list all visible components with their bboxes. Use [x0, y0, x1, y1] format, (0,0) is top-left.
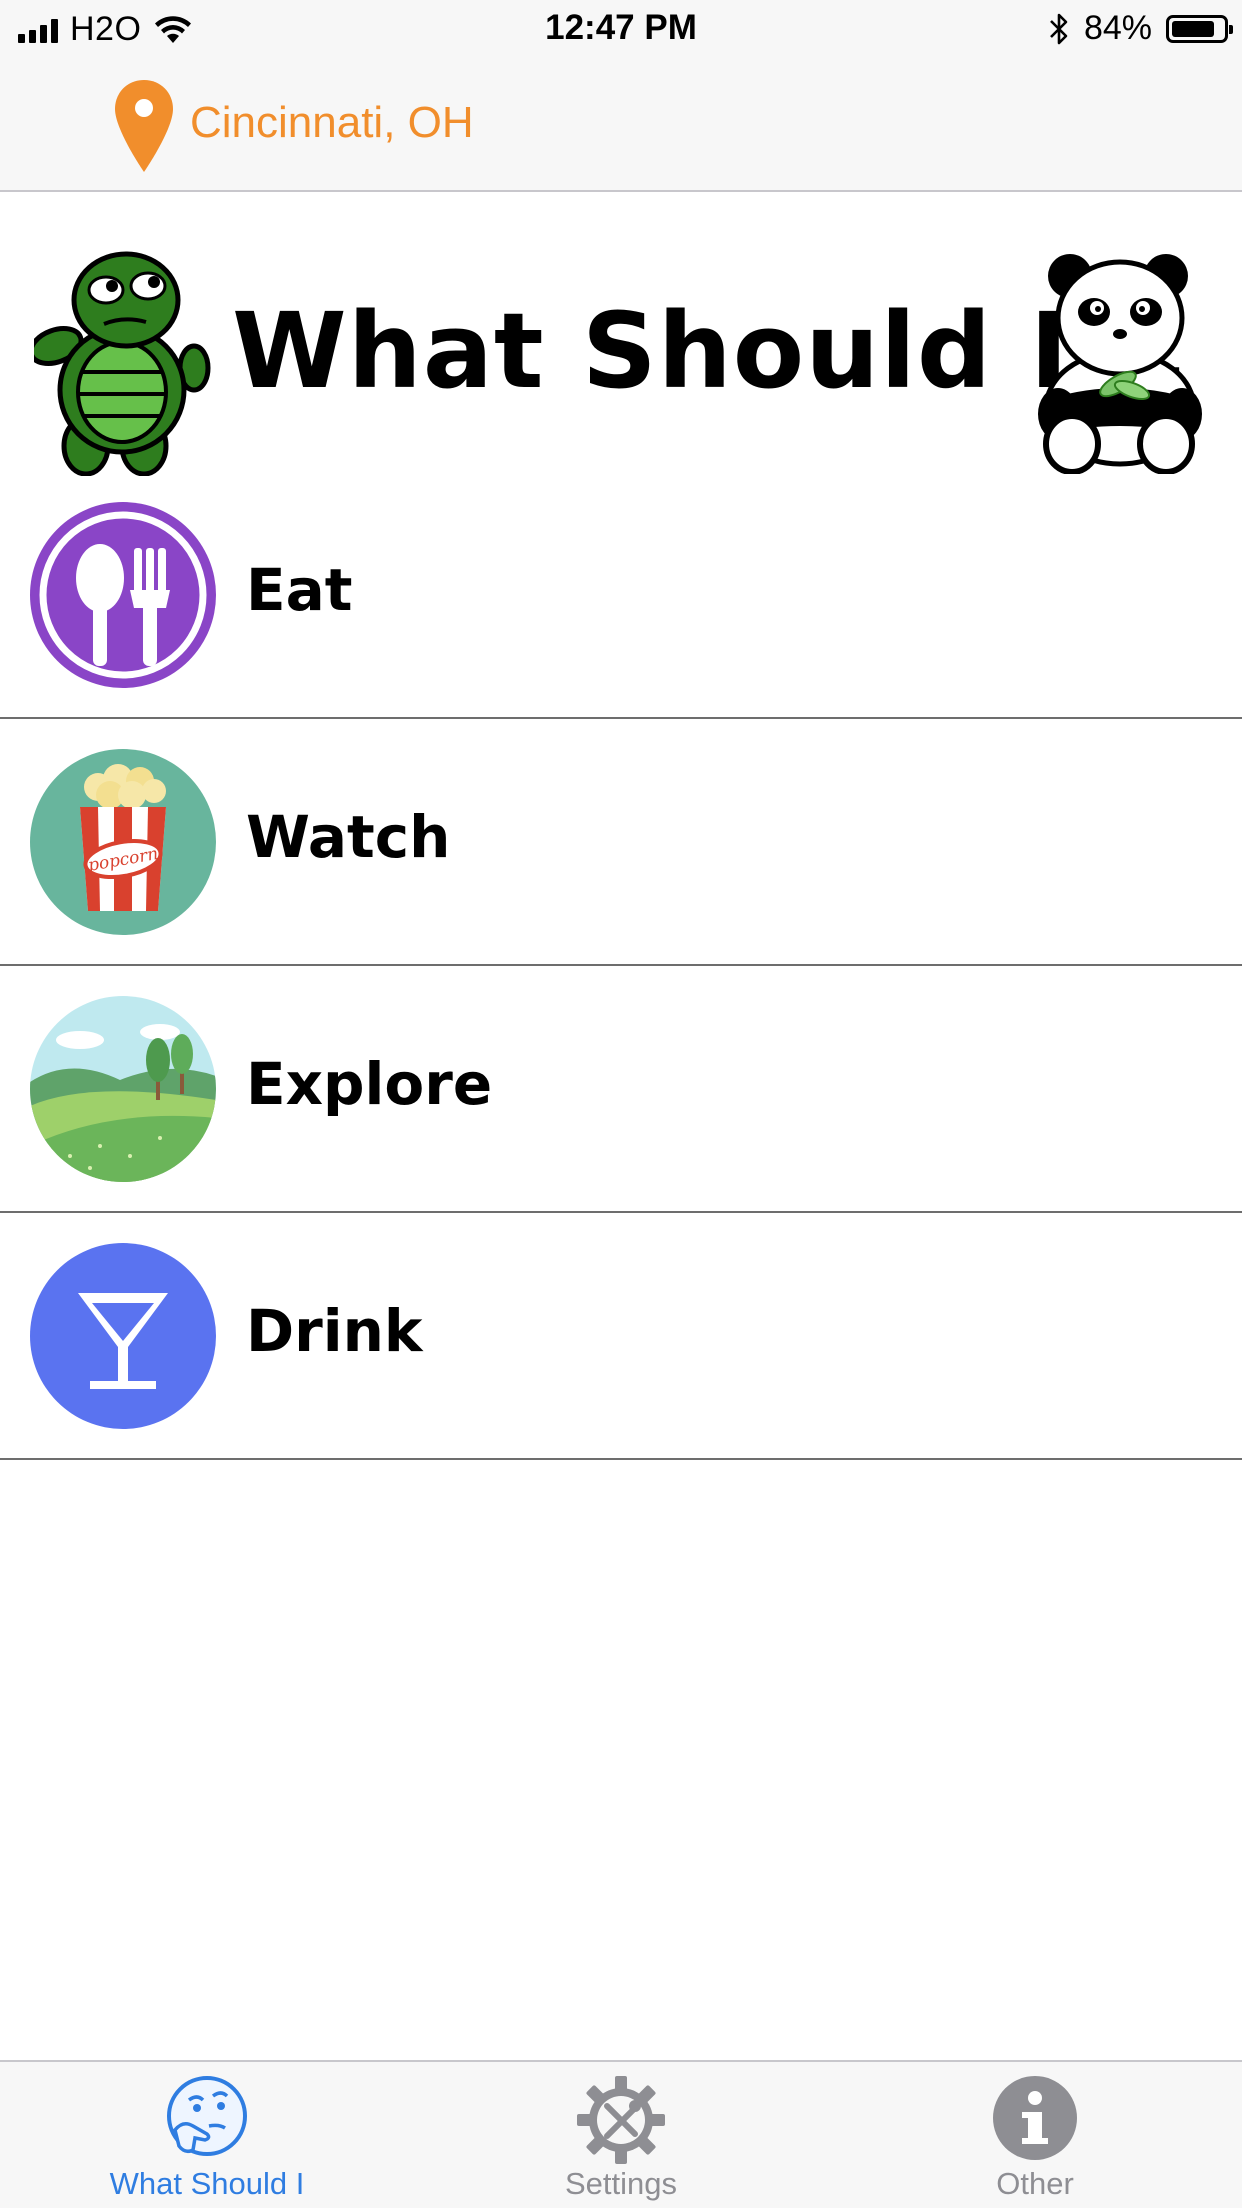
tab-label: What Should I [109, 2166, 305, 2201]
category-label: Drink [246, 1297, 423, 1365]
title-banner: What Should I... [0, 192, 1242, 492]
tab-bar: What Should I Settings Other [0, 2060, 1242, 2208]
tab-label: Settings [564, 2166, 677, 2201]
location-pin-icon[interactable] [112, 78, 176, 174]
bluetooth-icon [1050, 13, 1068, 44]
tab-what-should-i[interactable]: What Should I [0, 2062, 414, 2208]
category-row-eat[interactable]: Eat [0, 472, 1242, 719]
category-label: Eat [246, 556, 353, 624]
category-row-drink[interactable]: Drink [0, 1213, 1242, 1460]
tab-other[interactable]: Other [828, 2062, 1242, 2208]
panda-mascot-icon [1038, 254, 1202, 474]
tab-label: Other [996, 2166, 1074, 2201]
thinking-face-icon [167, 2076, 247, 2156]
battery-percent: 84% [1083, 9, 1152, 47]
tab-settings[interactable]: Settings [414, 2062, 828, 2208]
location-text[interactable]: Cincinnati, OH [190, 98, 474, 148]
cocktail-icon [30, 1243, 216, 1429]
battery-icon [1166, 14, 1233, 43]
info-icon [993, 2076, 1077, 2160]
category-label: Watch [246, 803, 451, 871]
status-bar: H2O 12:47 PM 84% [0, 0, 1242, 62]
popcorn-icon: popcorn [30, 749, 216, 935]
battery-fill [1172, 20, 1214, 37]
turtle-mascot-icon [34, 251, 211, 476]
category-row-watch[interactable]: popcorn Watch [0, 719, 1242, 966]
category-row-explore[interactable]: Explore [0, 966, 1242, 1213]
fork-spoon-icon [30, 502, 216, 688]
status-right: 84% [1048, 9, 1233, 48]
category-list: Eat popcorn Watch Explore Drink [0, 472, 1242, 1460]
gear-tools-icon [577, 2076, 665, 2164]
location-header: Cincinnati, OH [0, 62, 1242, 192]
category-label: Explore [246, 1050, 493, 1118]
landscape-icon [30, 996, 216, 1182]
